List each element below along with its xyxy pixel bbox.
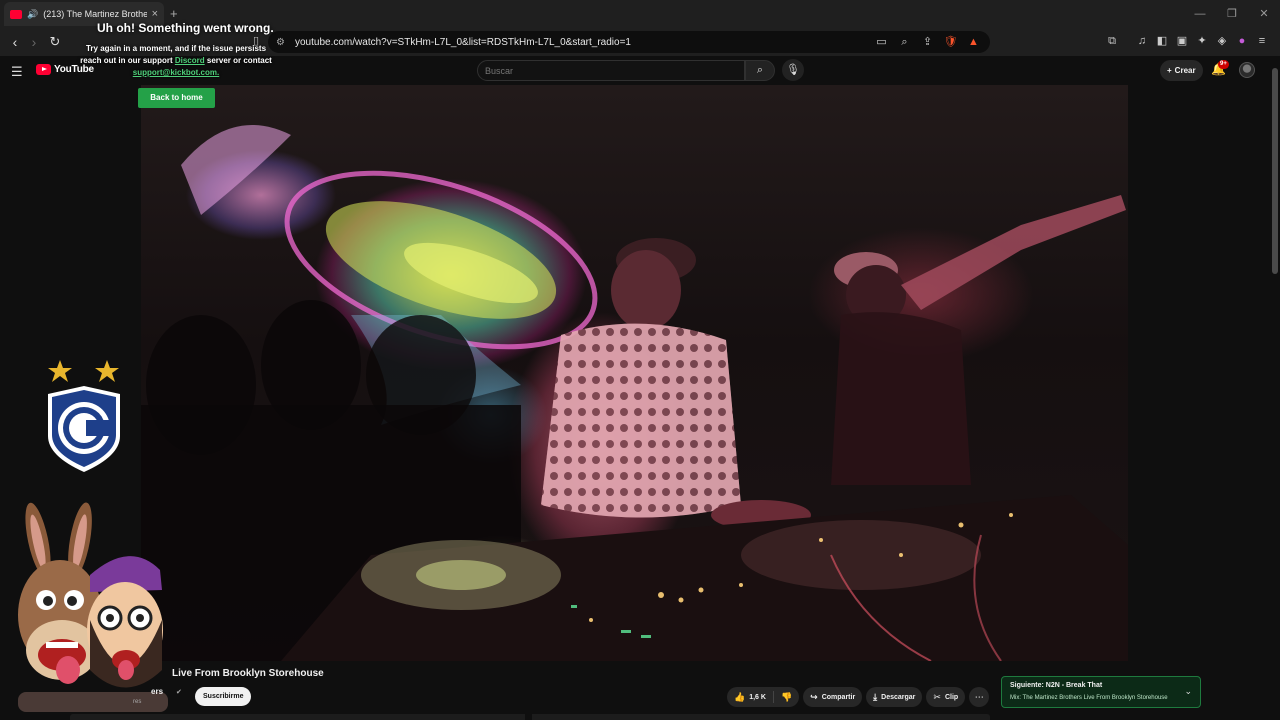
scissors-icon: ✂ (933, 691, 941, 702)
profile-extension-icon[interactable]: ● (1234, 33, 1250, 49)
notification-badge: 9+ (1218, 60, 1229, 69)
search-icon: ⌕ (756, 64, 764, 76)
voice-search-button[interactable]: 🎙 (782, 59, 804, 81)
audio-playing-icon[interactable]: 🔊 (27, 9, 38, 20)
page-scrollbar[interactable] (1272, 62, 1278, 712)
hamburger-menu-icon[interactable]: ☰ (11, 64, 23, 80)
next-up-panel[interactable]: Siguiente: N2N - Break That Mix: The Mar… (1001, 676, 1201, 708)
download-label: Descargar (881, 693, 916, 701)
like-button[interactable]: 👍 1,6 K (727, 687, 773, 707)
new-tab-icon[interactable]: + (170, 6, 178, 21)
chevron-down-icon[interactable]: ⌄ (1184, 686, 1192, 697)
error-line-2-post: server or contact (206, 56, 272, 65)
verified-icon: ✔ (176, 689, 182, 696)
microphone-icon: 🎙 (786, 64, 800, 76)
error-line-1: Try again in a moment, and if the issue … (85, 44, 267, 53)
download-icon: ⤓ (873, 691, 878, 702)
streamer-mascot-image (18, 502, 168, 712)
search-input[interactable] (478, 61, 744, 81)
brave-rewards-icon[interactable]: ▲ (965, 34, 982, 50)
error-line-2-pre: reach out in our support (80, 56, 173, 65)
thumbs-down-icon: 👎 (780, 691, 793, 702)
scrollbar-thumb[interactable] (1272, 68, 1278, 274)
create-label: Crear (1174, 66, 1196, 75)
sidebar-icon[interactable]: ◧ (1154, 33, 1170, 49)
dislike-button[interactable]: 👎 (774, 687, 799, 707)
discord-link[interactable]: Discord (175, 56, 205, 65)
more-dots-icon: ⋯ (974, 692, 984, 702)
clip-label: Clip (944, 693, 959, 701)
video-title: Live From Brooklyn Storehouse (172, 668, 324, 679)
support-email-link[interactable]: support@kickbot.com. (133, 68, 219, 77)
like-dislike-group: 👍 1,6 K 👎 (727, 687, 800, 707)
thumbs-up-icon: 👍 (734, 691, 746, 702)
plus-icon: + (1167, 66, 1172, 75)
error-message: Try again in a moment, and if the issue … (78, 43, 274, 79)
share-label: Compartir (821, 693, 856, 701)
more-actions-button[interactable]: ⋯ (969, 687, 990, 707)
search-button[interactable]: ⌕ (745, 60, 775, 81)
avatar[interactable] (1239, 62, 1255, 78)
cast-icon[interactable]: ▭ (873, 34, 890, 50)
tab-title: (213) The Martinez Brothers l (43, 9, 147, 19)
brave-shield-icon[interactable]: 🛡 (942, 34, 959, 50)
back-to-home-button[interactable]: Back to home (138, 88, 215, 108)
close-tab-icon[interactable]: × (152, 8, 158, 20)
download-button[interactable]: ⤓ Descargar (866, 687, 923, 707)
notifications-button[interactable]: 🔔 9+ (1211, 60, 1229, 76)
next-up-playlist: Mix: The Martinez Brothers Live From Bro… (1010, 695, 1168, 701)
url-text: youtube.com/watch?v=STkHm-L7L_0&list=RDS… (295, 36, 631, 48)
minimize-icon[interactable]: — (1184, 0, 1216, 28)
clip-button[interactable]: ✂ Clip (926, 687, 966, 707)
create-button[interactable]: + Crear (1160, 60, 1203, 81)
screenshot-icon[interactable]: ⧉ (1104, 33, 1120, 49)
ai-sparkle-icon[interactable]: ✦ (1194, 33, 1210, 49)
extension-icons: ⧉ ♫ ◧ ▣ ✦ ◈ ● ≡ (1104, 33, 1270, 49)
youtube-play-icon (36, 64, 51, 75)
dj-scene-graphic (141, 125, 1128, 661)
share-arrow-icon: ↪ (810, 691, 818, 702)
media-icon[interactable]: ♫ (1134, 33, 1150, 49)
youtube-favicon-icon (10, 9, 22, 19)
menu-icon[interactable]: ≡ (1254, 33, 1270, 49)
restore-icon[interactable]: ❐ (1216, 0, 1248, 28)
next-up-title: Siguiente: N2N - Break That (1010, 682, 1103, 689)
vpn-shield-icon[interactable]: ◈ (1214, 33, 1230, 49)
zoom-icon[interactable]: ⌕ (896, 34, 913, 50)
video-player[interactable] (141, 85, 1128, 661)
reload-icon[interactable]: ↻ (45, 32, 65, 52)
subscriber-count: res (133, 699, 142, 705)
back-arrow-icon[interactable]: ‹ (5, 32, 25, 52)
wallet-icon[interactable]: ▣ (1174, 33, 1190, 49)
close-window-icon[interactable]: ✕ (1248, 0, 1280, 28)
site-info-icon[interactable]: ⚙ (276, 37, 285, 48)
window-controls: — ❐ ✕ (1184, 0, 1280, 28)
error-title: Uh oh! Something went wrong. (97, 21, 274, 35)
like-count: 1,6 K (749, 693, 766, 701)
video-actions: 👍 1,6 K 👎 ↪ Compartir ⤓ Descargar ✂ Clip… (727, 687, 990, 707)
subscribe-button[interactable]: Suscribirme (195, 687, 252, 706)
club-crest-logo (48, 360, 120, 472)
share-button[interactable]: ↪ Compartir (803, 687, 863, 707)
share-icon[interactable]: ⇪ (919, 34, 936, 50)
address-bar[interactable]: ⚙ youtube.com/watch?v=STkHm-L7L_0&list=R… (268, 31, 990, 53)
channel-name[interactable]: ers (151, 687, 163, 696)
content-below-fold (70, 714, 990, 720)
forward-arrow-icon[interactable]: › (24, 32, 44, 52)
search-box (477, 60, 745, 81)
